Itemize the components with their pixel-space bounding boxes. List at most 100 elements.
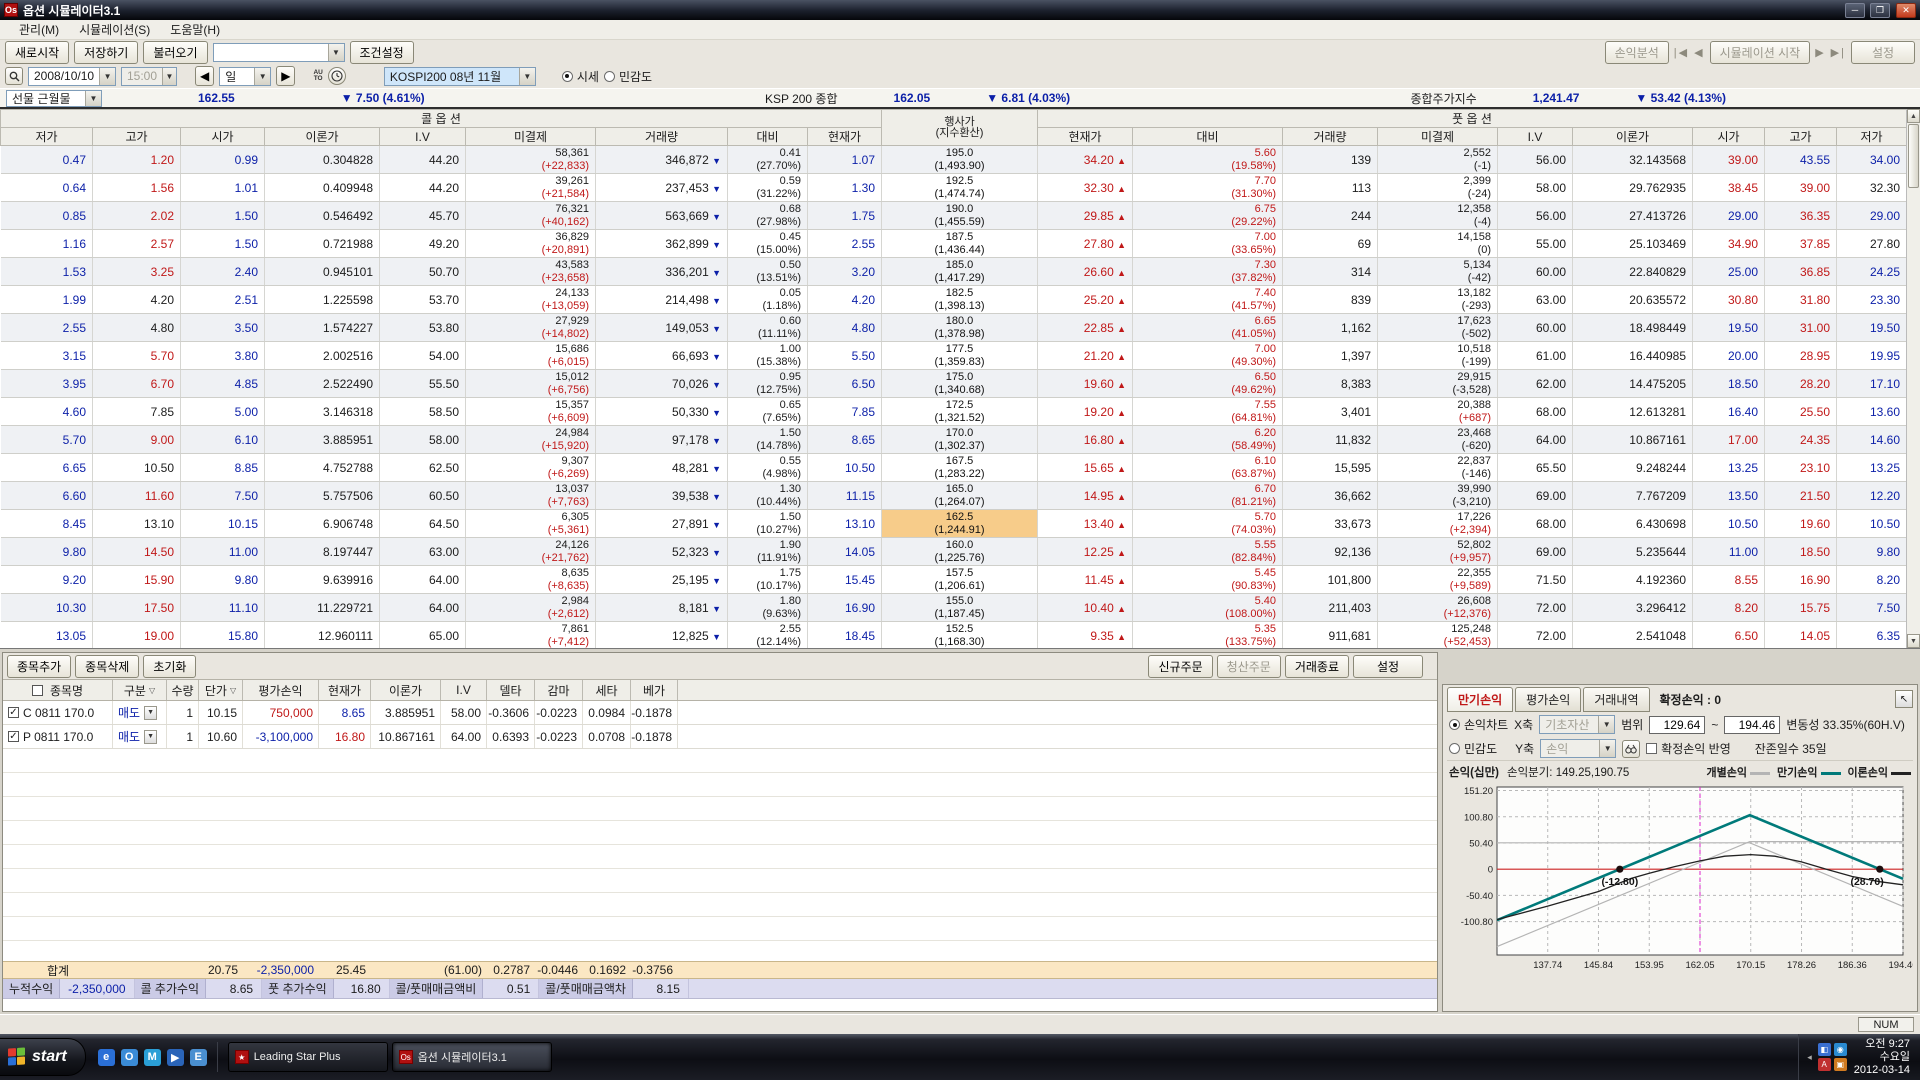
chain-cell-call-high[interactable]: 7.85 [93,398,181,426]
chain-cell-put-open[interactable]: 11.00 [1693,538,1765,566]
chain-cell-call-change[interactable]: 1.90(11.91%) [728,538,808,566]
time-combo[interactable]: 15:00 ▼ [121,67,177,86]
nav-last-icon[interactable]: ▶| [1831,46,1846,59]
chain-cell-call-change[interactable]: 2.55(12.14%) [728,622,808,650]
chain-cell-call-open-interest[interactable]: 2,984(+2,612) [466,594,596,622]
position-cell-vega[interactable]: -0.1878 [631,725,678,748]
chain-cell-put-last[interactable]: 25.20 ▲ [1038,286,1133,314]
chain-cell-put-open-interest[interactable]: 22,837(-146) [1378,454,1498,482]
chain-cell-call-theo[interactable]: 0.409948 [265,174,380,202]
chain-row[interactable]: 2.554.803.501.57422753.8027,929(+14,802)… [1,314,1907,342]
chain-cell-put-low[interactable]: 6.35 [1837,622,1907,650]
range-to-input[interactable] [1724,716,1780,734]
chevron-down-icon[interactable]: ▼ [1598,716,1614,733]
chain-cell-call-volume[interactable]: 39,538 ▼ [596,482,728,510]
chain-cell-call-low[interactable]: 5.70 [1,426,93,454]
chain-row[interactable]: 3.956.704.852.52249055.5015,012(+6,756)7… [1,370,1907,398]
chain-cell-put-high[interactable]: 37.85 [1765,230,1837,258]
chevron-down-icon[interactable]: ▼ [162,68,176,85]
chain-cell-put-low[interactable]: 9.80 [1837,538,1907,566]
quote-radio[interactable]: 시세 [562,68,599,85]
chain-cell-put-iv[interactable]: 61.00 [1498,342,1573,370]
chain-cell-call-volume[interactable]: 70,026 ▼ [596,370,728,398]
position-row[interactable]: ✓P 0811 170.0매도▼110.60-3,100,00016.8010.… [3,725,1437,749]
chain-cell-call-open[interactable]: 3.50 [181,314,265,342]
tab-expiry-pl[interactable]: 만기손익 [1447,687,1513,712]
chain-cell-call-open[interactable]: 2.51 [181,286,265,314]
position-cell-side[interactable]: 매도▼ [113,725,167,748]
chain-cell-call-change[interactable]: 0.55(4.98%) [728,454,808,482]
chain-cell-call-high[interactable]: 3.25 [93,258,181,286]
chain-cell-call-change[interactable]: 1.50(10.27%) [728,510,808,538]
chain-cell-put-open-interest[interactable]: 14,158(0) [1378,230,1498,258]
tab-trade-history[interactable]: 거래내역 [1583,687,1649,712]
chain-cell-call-change[interactable]: 1.00(15.38%) [728,342,808,370]
chain-cell-put-high[interactable]: 15.75 [1765,594,1837,622]
chevron-down-icon[interactable]: ▼ [328,44,344,61]
chain-cell-put-low[interactable]: 24.25 [1837,258,1907,286]
chain-cell-put-change[interactable]: 6.10(63.87%) [1133,454,1283,482]
chain-cell-call-last[interactable]: 5.50 [808,342,882,370]
position-cell-iv[interactable]: 58.00 [441,701,487,724]
chain-cell-put-iv[interactable]: 65.50 [1498,454,1573,482]
chain-cell-call-last[interactable]: 18.45 [808,622,882,650]
chain-cell-strike[interactable]: 187.5(1,436.44) [882,230,1038,258]
messenger-icon[interactable]: M [144,1049,161,1066]
select-all-checkbox[interactable] [32,685,43,696]
chain-cell-put-change[interactable]: 7.00(49.30%) [1133,342,1283,370]
chain-cell-call-last[interactable]: 4.20 [808,286,882,314]
chain-cell-put-open[interactable]: 29.00 [1693,202,1765,230]
chain-cell-put-change[interactable]: 5.35(133.75%) [1133,622,1283,650]
chain-cell-call-iv[interactable]: 50.70 [380,258,466,286]
series-combo[interactable]: KOSPI200 08년 11월 ▼ [384,67,536,86]
chain-cell-call-iv[interactable]: 49.20 [380,230,466,258]
position-cell-iv[interactable]: 64.00 [441,725,487,748]
chain-cell-put-open[interactable]: 19.50 [1693,314,1765,342]
chain-cell-call-low[interactable]: 10.30 [1,594,93,622]
chain-cell-put-open[interactable]: 17.00 [1693,426,1765,454]
chain-cell-put-high[interactable]: 14.05 [1765,622,1837,650]
chain-cell-put-open[interactable]: 39.00 [1693,146,1765,174]
chain-cell-put-volume[interactable]: 101,800 [1283,566,1378,594]
chain-cell-put-iv[interactable]: 69.00 [1498,538,1573,566]
chain-cell-call-low[interactable]: 0.47 [1,146,93,174]
chain-cell-call-low[interactable]: 1.16 [1,230,93,258]
chain-cell-call-high[interactable]: 17.50 [93,594,181,622]
chain-cell-call-open[interactable]: 0.99 [181,146,265,174]
chain-row[interactable]: 9.8014.5011.008.19744763.0024,126(+21,76… [1,538,1907,566]
chain-cell-call-high[interactable]: 1.20 [93,146,181,174]
chain-cell-call-high[interactable]: 11.60 [93,482,181,510]
chain-cell-call-low[interactable]: 0.64 [1,174,93,202]
chain-cell-put-theo[interactable]: 7.767209 [1573,482,1693,510]
chevron-down-icon[interactable]: ▼ [254,68,270,85]
chain-cell-call-high[interactable]: 6.70 [93,370,181,398]
chain-cell-call-theo[interactable]: 1.225598 [265,286,380,314]
chain-cell-call-open-interest[interactable]: 43,583(+23,658) [466,258,596,286]
chain-cell-put-open[interactable]: 30.80 [1693,286,1765,314]
chain-cell-call-volume[interactable]: 336,201 ▼ [596,258,728,286]
chain-cell-strike[interactable]: 160.0(1,225.76) [882,538,1038,566]
chain-cell-put-low[interactable]: 23.30 [1837,286,1907,314]
chain-cell-call-low[interactable]: 2.55 [1,314,93,342]
chain-cell-put-iv[interactable]: 71.50 [1498,566,1573,594]
put-col-header[interactable]: 미결제 [1378,128,1498,146]
chain-cell-put-theo[interactable]: 25.103469 [1573,230,1693,258]
positions-col-header[interactable]: 현재가 [319,680,371,700]
call-col-header[interactable]: 이론가 [265,128,380,146]
position-cell-side[interactable]: 매도▼ [113,701,167,724]
chain-cell-put-theo[interactable]: 27.413726 [1573,202,1693,230]
chain-cell-strike[interactable]: 180.0(1,378.98) [882,314,1038,342]
chain-cell-put-last[interactable]: 12.25 ▲ [1038,538,1133,566]
load-button[interactable]: 불러오기 [143,41,207,64]
ime-icon[interactable]: A [1818,1058,1831,1071]
chain-cell-put-volume[interactable]: 8,383 [1283,370,1378,398]
chain-cell-put-high[interactable]: 19.60 [1765,510,1837,538]
call-col-header[interactable]: 미결제 [466,128,596,146]
chain-cell-put-change[interactable]: 6.75(29.22%) [1133,202,1283,230]
chain-cell-put-iv[interactable]: 72.00 [1498,622,1573,650]
close-order-button[interactable]: 청산주문 [1217,655,1281,678]
step-prev-button[interactable]: ◀ [195,66,214,86]
chain-cell-call-change[interactable]: 0.59(31.22%) [728,174,808,202]
chain-cell-put-low[interactable]: 12.20 [1837,482,1907,510]
chain-cell-put-change[interactable]: 7.55(64.81%) [1133,398,1283,426]
